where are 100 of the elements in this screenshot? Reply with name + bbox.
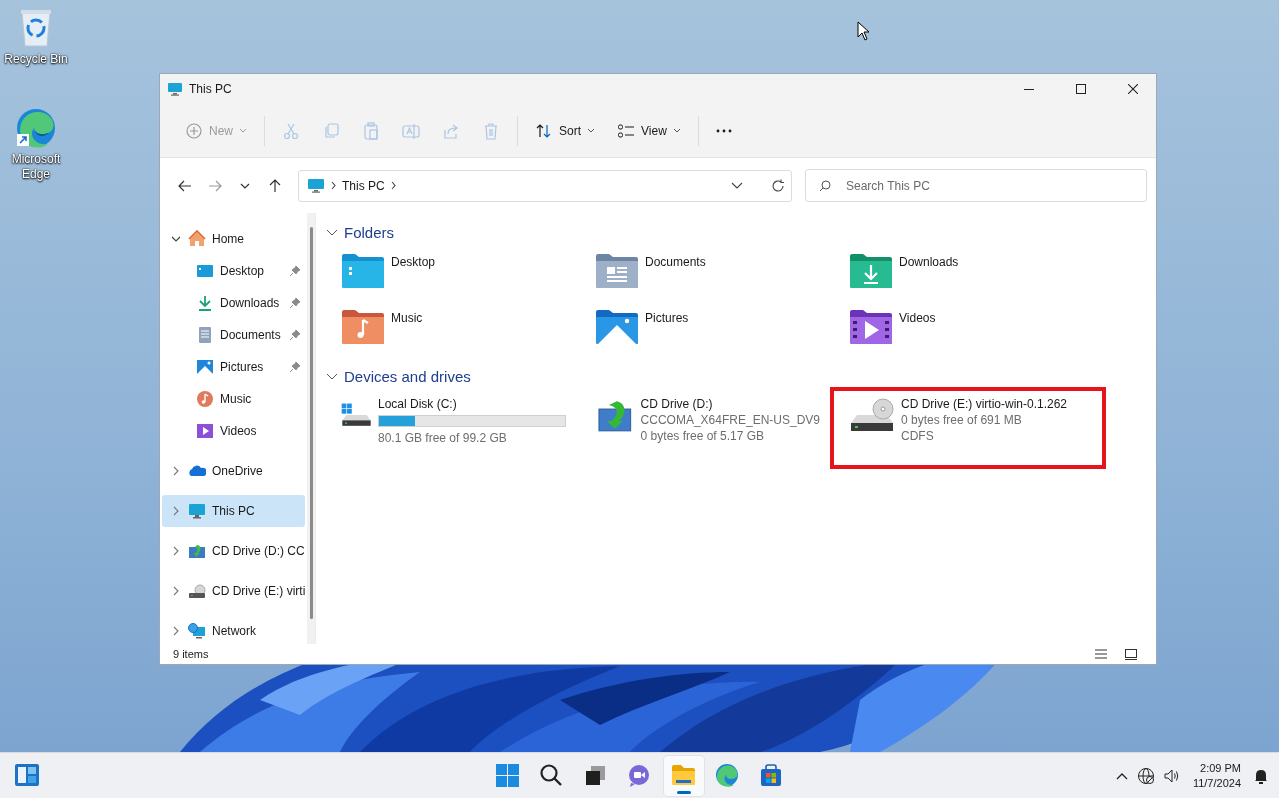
drive-details: 80.1 GB free of 99.2 GB <box>378 431 508 445</box>
folder-name[interactable]: Downloads <box>899 253 959 269</box>
browser-icon <box>715 763 740 788</box>
pin-icon <box>289 361 302 373</box>
pin-icon <box>289 265 302 277</box>
shortcut-label: Microsoft Edge <box>10 152 62 182</box>
search-icon <box>539 763 564 788</box>
folder-icon <box>671 763 696 788</box>
sidebar-item[interactable]: Documents <box>162 319 306 351</box>
network-button[interactable] <box>1136 767 1155 785</box>
tiles-icon <box>1124 648 1138 660</box>
sidebar-item[interactable]: Videos <box>162 415 306 447</box>
up-arrow-icon <box>267 177 283 194</box>
notifications-button[interactable] <box>1253 767 1269 785</box>
breadcrumb[interactable]: This PC <box>342 178 385 193</box>
running-indicator <box>676 790 691 794</box>
sidebar-item[interactable]: CD Drive (E:) virti <box>162 575 306 607</box>
sort-button[interactable]: Sort <box>524 113 607 148</box>
sidebar-item[interactable]: Home <box>162 223 306 255</box>
volume-button[interactable] <box>1162 768 1181 784</box>
shortcut-label: Recycle Bin <box>4 52 68 67</box>
sidebar-item[interactable]: This PC <box>162 495 306 527</box>
close-icon <box>1128 84 1138 94</box>
show-hidden-icons-button[interactable] <box>1114 771 1129 781</box>
chevron-down-icon <box>731 181 743 190</box>
search-field[interactable]: Search This PC <box>805 169 1147 202</box>
computer-icon <box>307 177 325 194</box>
globe-icon <box>1136 767 1155 785</box>
video-icon <box>196 422 214 440</box>
section-header[interactable]: Folders <box>322 221 395 243</box>
drive-details: CDFS <box>901 429 935 443</box>
item-count: 9 items <box>173 648 209 660</box>
document-icon <box>196 326 214 344</box>
sidebar-item[interactable]: Music <box>162 383 306 415</box>
sidebar-item[interactable]: CD Drive (D:) CC <box>162 535 306 567</box>
house-icon <box>188 230 206 248</box>
disc-drive-icon <box>188 542 206 560</box>
widgets-button[interactable] <box>14 763 40 789</box>
browser-icon <box>14 106 58 150</box>
folder-icon <box>849 309 893 345</box>
task-view-icon <box>583 763 608 788</box>
view-icon <box>617 121 636 140</box>
view-button[interactable]: View <box>606 113 692 148</box>
mouse-pointer-icon <box>857 21 870 41</box>
folder-icon <box>849 253 893 289</box>
picture-icon <box>196 358 214 376</box>
list-icon <box>1094 648 1108 660</box>
minimize-icon <box>1024 88 1034 90</box>
clock[interactable]: 2:09 PM 11/7/2024 <box>1188 761 1245 791</box>
caret-icon <box>672 127 681 134</box>
desktop-folder-icon <box>196 262 214 280</box>
folder-name[interactable]: Documents <box>645 253 706 269</box>
computer-icon <box>167 81 183 97</box>
search-icon <box>819 180 831 192</box>
caret-icon <box>587 127 596 134</box>
bell-icon <box>1253 767 1269 785</box>
scrollbar[interactable] <box>307 213 315 644</box>
folder-name[interactable]: Music <box>391 309 423 325</box>
drive-details: 0 bytes free of 5.17 GB <box>640 429 765 443</box>
folder-name[interactable]: Pictures <box>645 309 689 325</box>
chevron-up-icon <box>1114 771 1129 781</box>
folder-icon <box>341 253 385 289</box>
sidebar-item[interactable]: OneDrive <box>162 455 306 487</box>
add-icon <box>185 121 203 140</box>
drive-name[interactable]: Local Disk (C:) <box>378 397 566 411</box>
folder-icon <box>341 309 385 345</box>
drive-details: 0 bytes free of 691 MB <box>901 413 1023 427</box>
disc-drive-icon <box>188 582 206 600</box>
folder-icon <box>595 309 639 345</box>
music-icon <box>196 390 214 408</box>
start-icon <box>495 763 520 788</box>
download-icon <box>196 294 214 312</box>
drive-name[interactable]: CD Drive (E:) virtio-win-0.1.262 <box>901 397 1068 411</box>
widgets-icon <box>14 763 40 787</box>
chevron-down-icon <box>239 181 251 190</box>
chat-icon <box>627 763 652 788</box>
speaker-icon <box>1162 768 1181 784</box>
maximize-icon <box>1076 84 1086 94</box>
window-title: This PC <box>189 82 233 96</box>
refresh-icon <box>771 178 785 193</box>
computer-icon <box>188 502 206 520</box>
drive-name[interactable]: CD Drive (D:) <box>640 397 820 411</box>
sidebar-item[interactable]: Pictures <box>162 351 306 383</box>
sidebar-item[interactable]: Desktop <box>162 255 306 287</box>
sidebar-item[interactable]: Downloads <box>162 287 306 319</box>
pin-icon <box>289 297 302 309</box>
drive-details: CCCOMA_X64FRE_EN-US_DV9 <box>640 413 820 427</box>
folder-name[interactable]: Desktop <box>391 253 436 269</box>
address-bar[interactable]: This PC <box>298 169 792 202</box>
drive-item[interactable]: CD Drive (D:) CCCOMA_X64FRE_EN-US_DV9 0 bytes free of 5.17 GB <box>576 387 830 469</box>
disc-drive-icon <box>849 397 895 433</box>
network-icon <box>188 622 206 640</box>
sidebar-item[interactable]: Network <box>162 615 306 647</box>
chevron-right-icon <box>330 181 337 190</box>
caret-icon <box>239 127 247 134</box>
section-header[interactable]: Devices and drives <box>322 365 471 387</box>
store-icon <box>759 763 784 788</box>
drive-item[interactable]: Local Disk (C:) 80.1 GB free of 99.2 GB <box>322 387 576 469</box>
folder-name[interactable]: Videos <box>899 309 936 325</box>
chevron-right-icon <box>389 181 397 190</box>
